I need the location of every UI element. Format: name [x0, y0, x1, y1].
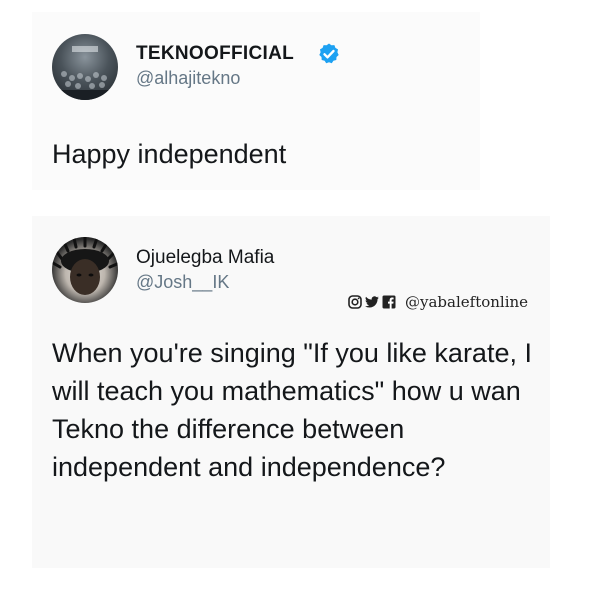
tweet-text: Happy independent: [52, 139, 287, 169]
avatar[interactable]: [52, 34, 118, 100]
instagram-icon: [348, 295, 362, 309]
twitter-icon: [365, 295, 379, 309]
tweet-card-teknoofficial: TEKNOOFFICIAL @alhajitekno Happy indepen…: [32, 12, 480, 190]
display-name[interactable]: Ojuelegba Mafia: [136, 247, 274, 269]
user-handle[interactable]: @Josh__IK: [136, 272, 229, 293]
tweet-card-ojuelegba: Ojuelegba Mafia @Josh__IK @yabaleftonlin…: [32, 216, 550, 568]
avatar[interactable]: [52, 237, 118, 303]
tweet-text: When you're singing "If you like karate,…: [52, 338, 532, 482]
facebook-icon: [382, 295, 396, 309]
verified-badge-icon: [319, 43, 339, 64]
display-name[interactable]: TEKNOOFFICIAL: [136, 43, 294, 65]
watermark-handle: @yabaleftonline: [405, 293, 529, 311]
watermark: @yabaleftonline: [348, 293, 528, 311]
user-handle[interactable]: @alhajitekno: [136, 68, 240, 89]
